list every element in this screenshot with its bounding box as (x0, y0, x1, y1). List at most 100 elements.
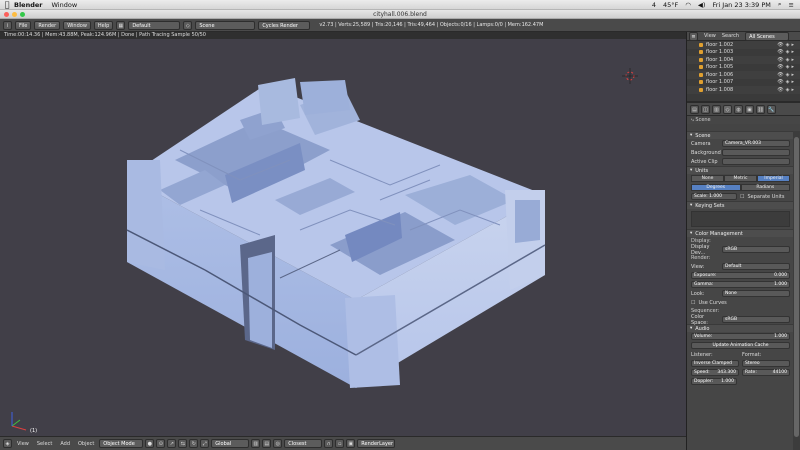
menu-view[interactable]: View (17, 441, 29, 447)
view3d-icon[interactable]: ◈ (3, 439, 12, 448)
display-device-select[interactable]: sRGB (722, 246, 790, 253)
translate-icon[interactable]: ⇆ (178, 439, 188, 448)
object-tab-icon[interactable]: ▣ (745, 104, 754, 114)
update-animation-cache-button[interactable]: Update Animation Cache (691, 342, 790, 349)
menu-window[interactable]: Window (52, 1, 78, 9)
layers-icon[interactable]: ▥ (251, 439, 261, 448)
scene-panel-header[interactable]: Scene (687, 131, 794, 139)
visibility-icons[interactable]: 👁◈▸ (777, 87, 796, 93)
view-select[interactable]: Default (722, 263, 790, 270)
list-item[interactable]: floor 1.008 👁◈▸ (687, 86, 800, 94)
separate-units-checkbox[interactable]: ☐ (740, 194, 744, 200)
mode-select[interactable]: Object Mode (99, 439, 144, 448)
outliner-view-menu[interactable]: View (704, 33, 716, 39)
audio-panel-header[interactable]: Audio (687, 324, 794, 332)
menu-select[interactable]: Select (37, 441, 52, 447)
volume-field[interactable]: Volume: 1.000 (691, 333, 790, 340)
exposure-field[interactable]: Exposure: 0.000 (691, 272, 790, 279)
properties-scrollbar[interactable] (793, 131, 800, 450)
radians-button[interactable]: Radians (740, 184, 790, 191)
scale-icon[interactable]: ⤢ (200, 439, 210, 448)
unit-imperial-button[interactable]: Imperial (757, 175, 790, 182)
color-management-panel-header[interactable]: Color Management (687, 229, 794, 237)
menu-add[interactable]: Add (60, 441, 70, 447)
proportional-icon[interactable]: ◎ (273, 439, 283, 448)
keying-sets-list[interactable] (691, 211, 790, 227)
use-curves-checkbox[interactable]: ☐ (691, 300, 695, 306)
layout-icon[interactable]: ▦ (116, 20, 126, 30)
menu-app[interactable]: Blender (14, 1, 43, 9)
format-select[interactable]: Stereo (742, 360, 790, 367)
visibility-icons[interactable]: 👁◈▸ (777, 72, 796, 78)
3d-cursor-icon[interactable] (622, 68, 638, 84)
menu-help[interactable]: Help (93, 20, 114, 30)
list-item[interactable]: floor 1.006 👁◈▸ (687, 71, 800, 79)
close-icon[interactable] (4, 12, 9, 17)
rate-field[interactable]: Rate: 44100 (742, 369, 790, 376)
visibility-icons[interactable]: 👁◈▸ (777, 42, 796, 48)
layers-tab-icon[interactable]: ▥ (712, 104, 721, 114)
datetime[interactable]: Fri Jan 23 3:39 PM (712, 1, 770, 9)
apple-icon[interactable]:  (0, 0, 14, 9)
scene-tab-icon[interactable]: ◇ (723, 104, 732, 114)
layout-select[interactable]: Default (128, 20, 181, 30)
search-icon[interactable]: ⌕ (778, 0, 782, 9)
speed-field[interactable]: Speed: 343.300 (691, 369, 739, 376)
render-layer-select[interactable]: RenderLayer (357, 439, 396, 448)
unit-metric-button[interactable]: Metric (724, 175, 757, 182)
scrollbar-thumb[interactable] (794, 137, 799, 437)
snap-target-icon[interactable]: ▫ (335, 439, 345, 448)
active-clip-field[interactable] (722, 158, 790, 165)
unit-none-button[interactable]: None (691, 175, 724, 182)
keying-sets-panel-header[interactable]: Keying Sets (687, 201, 794, 209)
render-tab-icon[interactable]: ◫ (701, 104, 710, 114)
background-field[interactable] (722, 149, 790, 156)
list-item[interactable]: floor 1.007 👁◈▸ (687, 79, 800, 87)
lock-icon[interactable]: ▤ (262, 439, 272, 448)
manipulator-icon[interactable]: ↗ (167, 439, 177, 448)
editor-type-icon[interactable]: i (3, 20, 12, 30)
visibility-icons[interactable]: 👁◈▸ (777, 49, 796, 55)
color-space-select[interactable]: sRGB (722, 316, 790, 323)
world-tab-icon[interactable]: ◍ (734, 104, 743, 114)
render-engine-select[interactable]: Cycles Render (258, 20, 311, 30)
maximize-icon[interactable] (20, 12, 25, 17)
degrees-button[interactable]: Degrees (691, 184, 741, 191)
rotate-icon[interactable]: ↻ (189, 439, 199, 448)
notification-badge[interactable]: 4 (652, 1, 656, 9)
properties-editor-icon[interactable]: ▤ (690, 104, 699, 114)
units-panel-header[interactable]: Units (687, 166, 794, 174)
pivot-icon[interactable]: ⊙ (156, 439, 166, 448)
list-icon[interactable]: ≡ (789, 1, 794, 9)
list-item[interactable]: floor 1.002 👁◈▸ (687, 41, 800, 49)
scene-select[interactable]: Scene (195, 20, 256, 30)
proportional-select[interactable]: Closest (284, 439, 323, 448)
unit-scale-field[interactable]: Scale: 1.000 (691, 193, 737, 200)
outliner-icon[interactable]: ≣ (689, 31, 698, 41)
visibility-icons[interactable]: 👁◈▸ (777, 79, 796, 85)
menu-object[interactable]: Object (78, 441, 94, 447)
visibility-icons[interactable]: 👁◈▸ (777, 57, 796, 63)
snap-icon[interactable]: ∩ (324, 439, 334, 448)
scene-icon[interactable]: ◇ (183, 20, 193, 30)
constraints-tab-icon[interactable]: ⛓ (756, 104, 765, 114)
doppler-field[interactable]: Doppler: 1.000 (691, 378, 737, 385)
modifiers-tab-icon[interactable]: 🔧 (767, 104, 776, 114)
3d-viewport[interactable]: Time:00:14.36 | Mem:43.88M, Peak:124.96M… (0, 32, 686, 436)
list-item[interactable]: floor 1.003 👁◈▸ (687, 49, 800, 57)
camera-field[interactable]: Camera_VR.003 (722, 140, 790, 147)
gamma-field[interactable]: Gamma: 1.000 (691, 281, 790, 288)
visibility-icons[interactable]: 👁◈▸ (777, 64, 796, 70)
outliner-display-select[interactable]: All Scenes (745, 31, 790, 41)
wifi-icon[interactable]: ◠ (685, 1, 691, 9)
menu-file[interactable]: File (15, 20, 32, 30)
distance-model-select[interactable]: Inverse Clamped (691, 360, 739, 367)
minimize-icon[interactable] (12, 12, 17, 17)
list-item[interactable]: floor 1.005 👁◈▸ (687, 64, 800, 72)
look-select[interactable]: None (722, 290, 790, 297)
volume-icon[interactable]: ◀) (698, 1, 706, 9)
menu-window-blender[interactable]: Window (63, 20, 91, 30)
render-icon[interactable]: ▣ (346, 439, 356, 448)
outliner-list[interactable]: floor 1.002 👁◈▸ floor 1.003 👁◈▸ floor 1.00… (687, 41, 800, 103)
menu-render[interactable]: Render (34, 20, 61, 30)
